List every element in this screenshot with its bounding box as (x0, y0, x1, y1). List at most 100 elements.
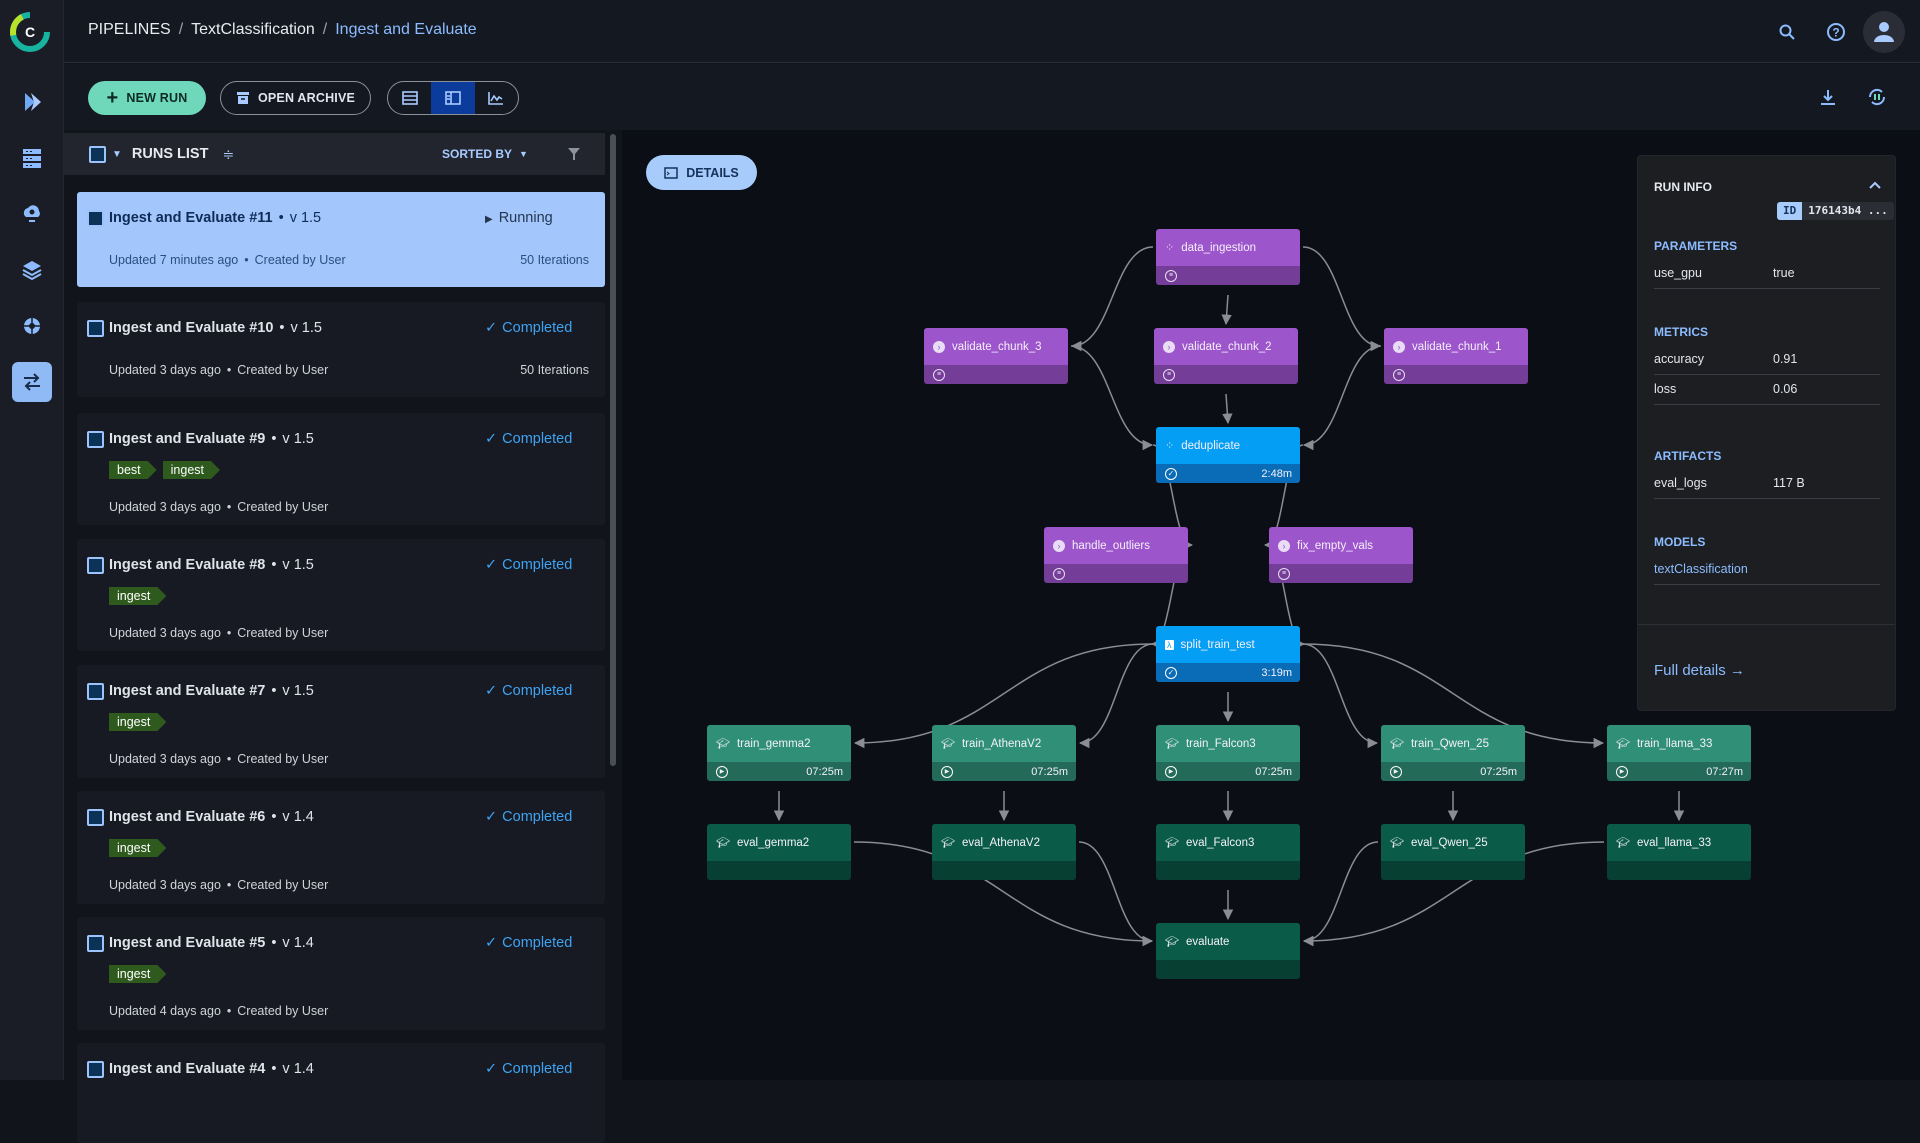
open-archive-button[interactable]: OPEN ARCHIVE (220, 81, 371, 115)
dag-node-train-llama-33[interactable]: 🎓︎ train_llama_33 ▶ 07:27m (1607, 725, 1751, 781)
run-iterations: 50 Iterations (520, 363, 589, 377)
run-id-badge[interactable]: ID 176143b4 ... (1777, 202, 1894, 220)
full-details-link[interactable]: Full details → (1654, 662, 1745, 679)
run-checkbox[interactable] (87, 210, 104, 227)
runs-list-scrollbar[interactable] (610, 134, 616, 766)
run-card[interactable]: Ingest and Evaluate #6 • v 1.4 ✓ Completed in… (77, 791, 605, 904)
user-avatar-icon[interactable] (1863, 11, 1905, 53)
check-icon: ✓ (485, 935, 498, 951)
dag-node-fix-empty-vals[interactable]: › fix_empty_vals ≡ (1269, 527, 1413, 583)
check-icon: ✓ (485, 320, 498, 336)
run-status: ✓ Completed (485, 320, 573, 336)
check-icon: ✓ (485, 683, 498, 699)
tag[interactable]: ingest (109, 839, 166, 857)
dag-node-validate-chunk-2[interactable]: › validate_chunk_2 ≡ (1154, 328, 1298, 384)
breadcrumb-pipeline[interactable]: Ingest and Evaluate (335, 21, 476, 38)
datasets-icon[interactable] (12, 138, 52, 178)
run-card[interactable]: Ingest and Evaluate #9 • v 1.5 ✓ Completed be… (77, 413, 605, 525)
dag-node-train-athenav2[interactable]: 🎓︎ train_AthenaV2 ▶ 07:25m (932, 725, 1076, 781)
breadcrumb-pipelines[interactable]: PIPELINES (88, 21, 171, 38)
search-icon[interactable] (1771, 16, 1803, 48)
tag[interactable]: ingest (163, 461, 220, 479)
model-hat-icon: 🎓︎ (1390, 738, 1404, 750)
sorted-by-button[interactable]: SORTED BY (442, 147, 512, 161)
dag-node-eval-falcon3[interactable]: 🎓︎ eval_Falcon3 (1156, 824, 1300, 880)
node-label: train_gemma2 (736, 737, 811, 750)
run-checkbox[interactable] (87, 1061, 104, 1078)
run-card[interactable]: Ingest and Evaluate #5 • v 1.4 ✓ Completed in… (77, 917, 605, 1030)
run-status: ✓ Completed (485, 1061, 573, 1077)
dag-node-eval-llama-33[interactable]: 🎓︎ eval_llama_33 (1607, 824, 1751, 880)
help-icon[interactable]: ? (1820, 16, 1852, 48)
dag-node-deduplicate[interactable]: ⁘ deduplicate ✓ 2:48m (1156, 427, 1300, 483)
run-checkbox[interactable] (87, 809, 104, 826)
node-label: eval_AthenaV2 (961, 836, 1040, 849)
details-view-button[interactable] (431, 82, 475, 114)
model-hat-icon: 🎓︎ (716, 738, 730, 750)
node-duration: 07:25m (1031, 765, 1068, 778)
dag-edge (1078, 643, 1154, 749)
clearml-logo[interactable]: C (8, 10, 52, 59)
run-meta: Updated 4 days ago • Created by User (109, 1004, 329, 1018)
pipeline-dag-canvas[interactable]: DETAILS ⁘ data_ingestion ≡ › validate_chunk_… (622, 130, 1920, 1080)
dag-node-validate-chunk-1[interactable]: › validate_chunk_1 ≡ (1384, 328, 1528, 384)
run-checkbox[interactable] (87, 431, 104, 448)
run-card[interactable]: Ingest and Evaluate #4 • v 1.4 ✓ Completed (77, 1043, 605, 1143)
run-checkbox[interactable] (87, 320, 104, 337)
node-duration: 2:48m (1261, 467, 1292, 480)
layers-icon[interactable] (12, 250, 52, 290)
run-meta: Updated 7 minutes ago • Created by User (109, 253, 346, 267)
run-card[interactable]: Ingest and Evaluate #7 • v 1.5 ✓ Completed in… (77, 665, 605, 778)
chart-view-button[interactable] (475, 82, 518, 114)
select-all-checkbox[interactable] (89, 145, 106, 163)
dag-node-train-falcon3[interactable]: 🎓︎ train_Falcon3 ▶ 07:25m (1156, 725, 1300, 781)
dag-node-split-train-test[interactable]: λ split_train_test ✓ 3:19m (1156, 626, 1300, 682)
dag-node-evaluate[interactable]: 🎓︎ evaluate (1156, 923, 1300, 979)
auto-refresh-icon[interactable] (1861, 81, 1893, 113)
queued-icon: ≡ (1278, 567, 1290, 580)
filter-icon[interactable] (567, 147, 581, 161)
run-card[interactable]: Ingest and Evaluate #11 • v 1.5 ▶ Running Upd… (77, 192, 605, 287)
tag[interactable]: ingest (109, 965, 166, 983)
pipelines-icon[interactable] (12, 82, 52, 122)
dag-node-eval-gemma2[interactable]: 🎓︎ eval_gemma2 (707, 824, 851, 880)
run-checkbox[interactable] (87, 557, 104, 574)
models-heading: MODELS (1654, 535, 1706, 549)
tag[interactable]: ingest (109, 587, 166, 605)
dag-node-handle-outliers[interactable]: › handle_outliers ≡ (1044, 527, 1188, 583)
dag-node-train-gemma2[interactable]: 🎓︎ train_gemma2 ▶ 07:25m (707, 725, 851, 781)
select-dropdown-icon[interactable]: ▼ (112, 149, 122, 160)
dag-node-data-ingestion[interactable]: ⁘ data_ingestion ≡ (1156, 229, 1300, 285)
run-tags: ingest (109, 713, 166, 731)
queued-icon: ≡ (1165, 269, 1177, 282)
run-card[interactable]: Ingest and Evaluate #8 • v 1.5 ✓ Completed in… (77, 539, 605, 651)
run-checkbox[interactable] (87, 683, 104, 700)
queued-icon: ≡ (1393, 368, 1405, 381)
dag-node-eval-qwen-25[interactable]: 🎓︎ eval_Qwen_25 (1381, 824, 1525, 880)
model-row[interactable]: textClassification (1654, 555, 1880, 585)
collapse-icon[interactable]: ≑ (222, 146, 234, 163)
tag[interactable]: ingest (109, 713, 166, 731)
model-icon[interactable] (12, 306, 52, 346)
run-status: ✓ Completed (485, 431, 573, 447)
artifact-row[interactable]: eval_logs 117 B (1654, 469, 1880, 499)
run-checkbox[interactable] (87, 935, 104, 952)
dag-node-eval-athenav2[interactable]: 🎓︎ eval_AthenaV2 (932, 824, 1076, 880)
run-title: Ingest and Evaluate #5 • v 1.4 (109, 935, 314, 951)
run-card[interactable]: Ingest and Evaluate #10 • v 1.5 ✓ Completed U… (77, 302, 605, 397)
new-run-button[interactable]: + NEW RUN (88, 81, 206, 115)
breadcrumb-project[interactable]: TextClassification (191, 21, 315, 38)
download-icon[interactable] (1812, 81, 1844, 113)
dag-node-validate-chunk-3[interactable]: › validate_chunk_3 ≡ (924, 328, 1068, 384)
run-status: ✓ Completed (485, 935, 573, 951)
run-title: Ingest and Evaluate #11 • v 1.5 (109, 210, 322, 226)
table-view-button[interactable] (388, 82, 431, 114)
sort-dropdown-icon[interactable]: ▼ (519, 149, 528, 159)
dag-node-train-qwen-25[interactable]: 🎓︎ train_Qwen_25 ▶ 07:25m (1381, 725, 1525, 781)
queued-icon: ≡ (1053, 567, 1065, 580)
pipeline-runs-icon[interactable] (12, 362, 52, 402)
collapse-chevron-icon[interactable] (1868, 180, 1882, 190)
tag[interactable]: best (109, 461, 157, 479)
node-duration: 07:27m (1706, 765, 1743, 778)
orchestration-icon[interactable] (12, 194, 52, 234)
